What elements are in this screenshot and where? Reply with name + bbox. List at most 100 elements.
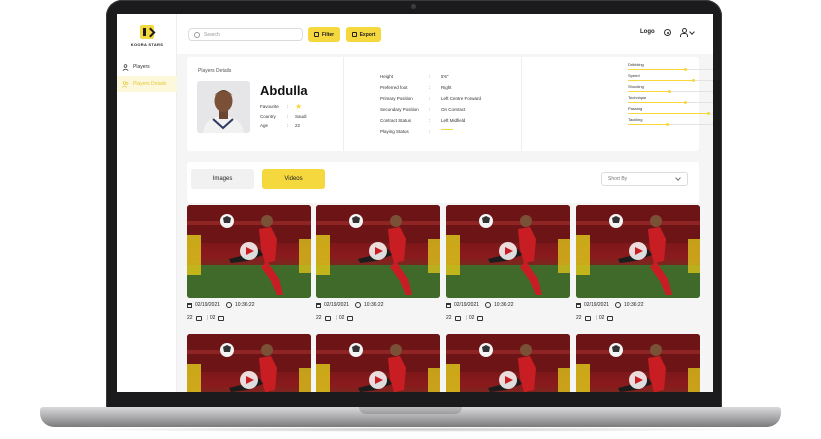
stat-value: On Contract: [441, 107, 466, 112]
dislike-count: 02: [598, 315, 605, 321]
webcam: [411, 4, 416, 9]
skill-knob[interactable]: [665, 122, 669, 126]
search-icon: [194, 31, 200, 38]
star-icon[interactable]: ★: [295, 103, 302, 111]
thumbs-down-icon[interactable]: [347, 315, 354, 321]
video-datetime: 02/19/2021 10:36:22: [187, 302, 255, 308]
thumbs-up-icon[interactable]: [195, 315, 202, 321]
player-details-card: Players Details Abdulla Favourite: ★ Cou…: [187, 57, 713, 151]
stat-value: 5'6": [441, 74, 449, 79]
stat-label: Height: [380, 74, 394, 79]
skill-knob[interactable]: [691, 78, 695, 82]
skill-knob[interactable]: [668, 89, 672, 93]
video-thumbnail[interactable]: [576, 334, 700, 392]
video-thumbnail[interactable]: [316, 205, 440, 298]
separator: |: [595, 315, 597, 321]
like-count: 22: [576, 315, 582, 321]
export-button[interactable]: Export: [346, 27, 381, 42]
tab-images[interactable]: Images: [191, 169, 254, 189]
dislike-count: 02: [468, 315, 475, 321]
video-card[interactable]: 02/19/2021 10:36:22 22 | 02: [187, 205, 311, 321]
filter-button[interactable]: Filter: [308, 27, 340, 42]
like-count: 22: [446, 315, 452, 321]
skill-track: [628, 122, 713, 126]
gear-icon[interactable]: [664, 29, 671, 36]
stat-row: Contract Status: Left Midfield: [380, 118, 466, 123]
video-reactions: 22 | 02: [446, 315, 486, 321]
video-thumbnail[interactable]: [446, 334, 570, 392]
stat-row: Height:5'6": [380, 74, 449, 79]
sidebar-item-players[interactable]: Players: [117, 59, 177, 75]
video-thumbnail[interactable]: [576, 205, 700, 298]
brand-mark-icon: [140, 25, 154, 39]
divider: [521, 57, 522, 151]
video-card[interactable]: [316, 334, 440, 392]
section-title: Players Details: [198, 68, 232, 74]
video-card[interactable]: [446, 334, 570, 392]
country-label: Country: [260, 114, 276, 119]
stat-label: Preferred foot: [380, 85, 408, 90]
calendar-icon: [187, 302, 192, 308]
thumbs-up-icon[interactable]: [584, 315, 591, 321]
skill-fill: [628, 124, 668, 125]
brand-logo[interactable]: KOORA STARS: [127, 25, 167, 47]
playing-status-bar: [441, 129, 453, 130]
stat-label: Secondary Position: [380, 107, 419, 112]
sort-by-placeholder: Short By: [608, 176, 628, 182]
video-card[interactable]: [576, 334, 700, 392]
thumbs-down-icon[interactable]: [607, 315, 614, 321]
video-time: 10:36:22: [235, 302, 255, 308]
app-screen: KOORA STARS Players Players Details Sear…: [117, 14, 713, 392]
stat-value: Right: [441, 85, 452, 90]
sidebar-item-players-details[interactable]: Players Details: [117, 76, 177, 92]
filter-icon: [313, 32, 319, 37]
sort-by-select[interactable]: Short By: [601, 172, 688, 186]
video-thumbnail[interactable]: [187, 205, 311, 298]
video-card[interactable]: 02/19/2021 10:36:22 22 | 02: [446, 205, 570, 321]
favourite-row: Favourite: ★: [260, 102, 303, 111]
video-card[interactable]: [187, 334, 311, 392]
thumbs-up-icon[interactable]: [324, 315, 331, 321]
dislike-count: 02: [209, 315, 216, 321]
skill-knob[interactable]: [683, 67, 687, 71]
video-thumbnail[interactable]: [446, 205, 570, 298]
skill-3: Technique: [628, 95, 713, 104]
tab-videos[interactable]: Videos: [262, 169, 325, 189]
skill-track: [628, 111, 713, 115]
video-datetime: 02/19/2021 10:36:22: [316, 302, 384, 308]
favourite-label: Favourite: [260, 104, 279, 109]
like-count: 22: [316, 315, 322, 321]
laptop-mockup: KOORA STARS Players Players Details Sear…: [0, 0, 821, 439]
video-card[interactable]: 02/19/2021 10:36:22 22 | 02: [316, 205, 440, 321]
video-card[interactable]: 02/19/2021 10:36:22 22 | 02: [576, 205, 700, 321]
thumbs-down-icon[interactable]: [218, 315, 225, 321]
country-value: Saudi: [295, 114, 307, 119]
user-icon: [122, 63, 129, 71]
video-date: 02/19/2021: [195, 302, 221, 308]
video-thumbnail[interactable]: [316, 334, 440, 392]
thumbs-down-icon[interactable]: [477, 315, 484, 321]
age-label: Age: [260, 123, 269, 128]
thumbs-up-icon[interactable]: [454, 315, 461, 321]
top-logo[interactable]: Logo: [640, 29, 655, 35]
export-label: Export: [359, 31, 376, 38]
skill-label: Dribbling: [628, 62, 644, 67]
skill-fill: [628, 91, 670, 92]
dislike-count: 02: [338, 315, 345, 321]
stat-row: Secondary Position: On Contract: [380, 107, 466, 112]
clock-icon: [615, 302, 622, 308]
search-input[interactable]: Search: [188, 28, 303, 41]
stat-label: Contract Status: [380, 118, 412, 123]
video-datetime: 02/19/2021 10:36:22: [446, 302, 514, 308]
skill-track: [628, 78, 713, 82]
export-icon: [351, 32, 357, 37]
skill-knob[interactable]: [706, 111, 710, 115]
topbar: Search Filter Export Logo: [177, 14, 713, 54]
chevron-down-icon[interactable]: [689, 29, 695, 35]
skill-knob[interactable]: [683, 100, 687, 104]
user-menu-icon[interactable]: [680, 28, 688, 37]
skill-fill: [628, 102, 686, 103]
video-thumbnail[interactable]: [187, 334, 311, 392]
stat-value: Left Centre Forward: [441, 96, 482, 101]
stat-value: Left Midfield: [441, 118, 466, 123]
